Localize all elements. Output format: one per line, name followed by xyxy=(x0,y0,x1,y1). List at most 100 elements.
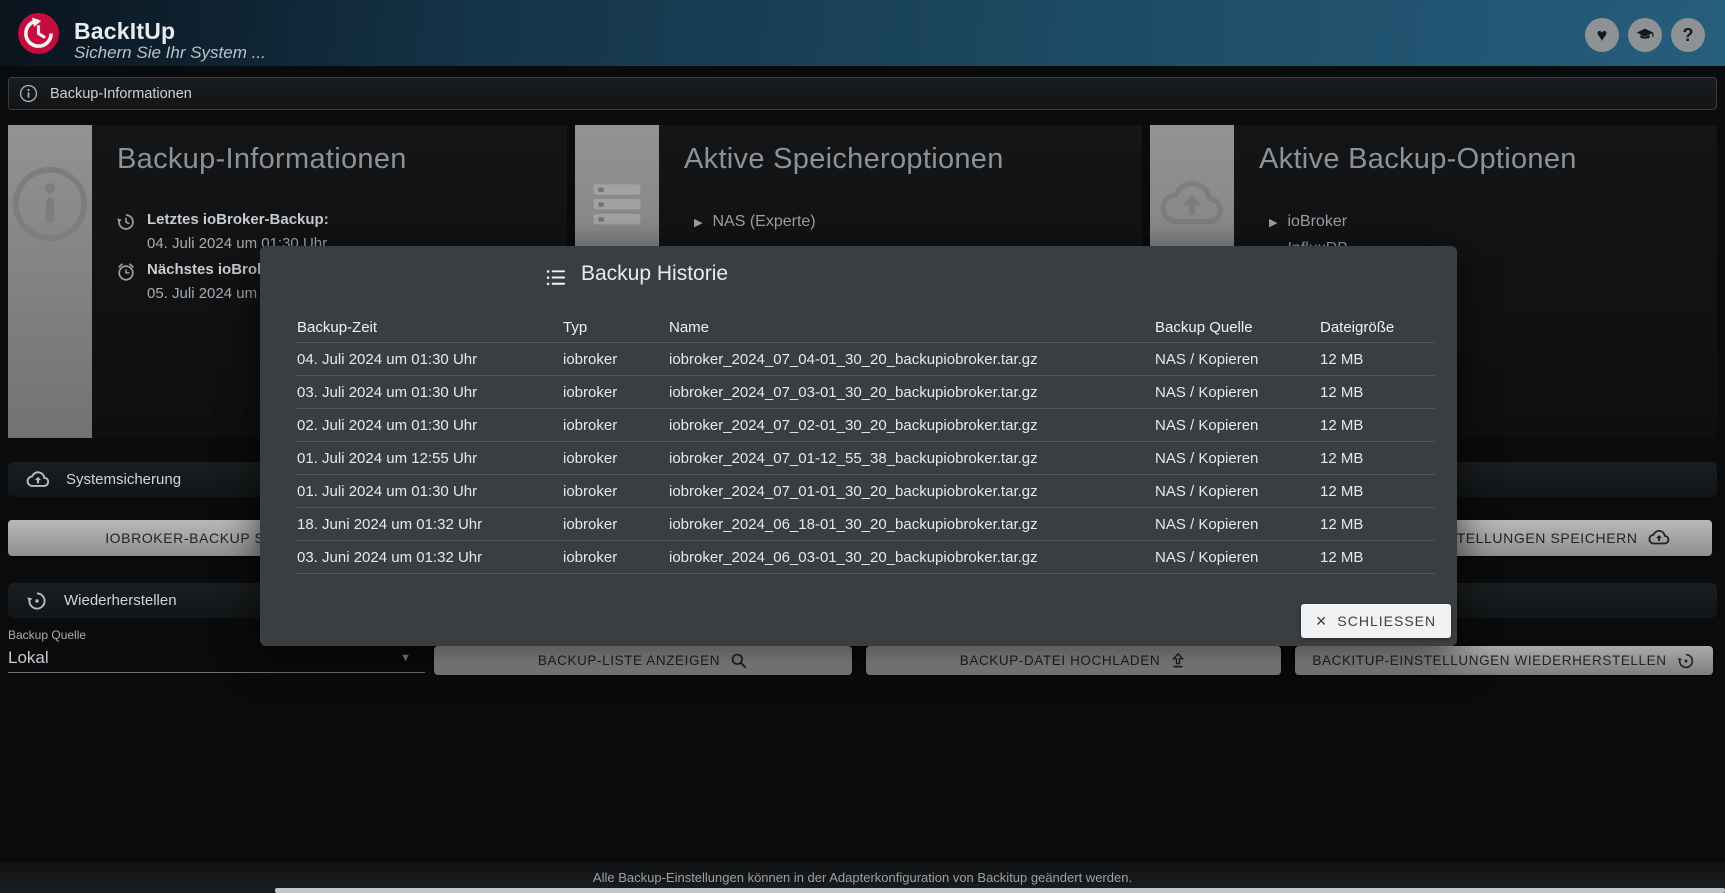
cell-size: 12 MB xyxy=(1320,483,1435,500)
column-header: Typ xyxy=(563,319,669,336)
list-icon xyxy=(584,171,650,237)
backup-option-iobroker[interactable]: ▶ ioBroker xyxy=(1269,213,1347,231)
cell-time: 04. Juli 2024 um 01:30 Uhr xyxy=(297,351,563,368)
card-title: Aktive Backup-Optionen xyxy=(1259,143,1577,176)
app-title: BackItUp xyxy=(74,18,175,45)
cloud-upload-icon xyxy=(1156,169,1228,241)
section-label: Systemsicherung xyxy=(66,471,181,488)
cell-source: NAS / Kopieren xyxy=(1155,549,1320,566)
table-row: 02. Juli 2024 um 01:30 Uhr iobroker iobr… xyxy=(297,409,1435,442)
cell-type: iobroker xyxy=(563,417,669,434)
cell-time: 18. Juni 2024 um 01:32 Uhr xyxy=(297,516,563,533)
close-button-label: SCHLIESSEN xyxy=(1337,613,1436,629)
cell-name: iobroker_2024_07_01-01_30_20_backupiobro… xyxy=(669,483,1155,500)
last-backup-label: Letztes ioBroker-Backup: xyxy=(147,211,329,228)
backup-informationen-bar: Backup-Informationen xyxy=(8,77,1717,110)
table-row: 18. Juni 2024 um 01:32 Uhr iobroker iobr… xyxy=(297,508,1435,541)
button-label: BACKUP-LISTE ANZEIGEN xyxy=(538,653,720,668)
cell-size: 12 MB xyxy=(1320,516,1435,533)
alarm-clock-icon xyxy=(115,261,137,283)
dialog-title: Backup Historie xyxy=(581,262,728,286)
history-icon xyxy=(115,211,137,233)
backup-option-label: ioBroker xyxy=(1287,213,1347,231)
backup-history-table: Backup-Zeit Typ Name Backup Quelle Datei… xyxy=(297,312,1435,574)
cell-name: iobroker_2024_07_03-01_30_20_backupiobro… xyxy=(669,384,1155,401)
cell-time: 02. Juli 2024 um 01:30 Uhr xyxy=(297,417,563,434)
close-icon: × xyxy=(1316,612,1328,630)
cell-name: iobroker_2024_07_02-01_30_20_backupiobro… xyxy=(669,417,1155,434)
cell-time: 03. Juli 2024 um 01:30 Uhr xyxy=(297,384,563,401)
question-mark-icon: ? xyxy=(1683,26,1694,44)
cell-size: 12 MB xyxy=(1320,450,1435,467)
table-row: 03. Juli 2024 um 01:30 Uhr iobroker iobr… xyxy=(297,376,1435,409)
heart-icon: ♥ xyxy=(1597,26,1608,44)
cell-source: NAS / Kopieren xyxy=(1155,351,1320,368)
cloud-upload-icon xyxy=(25,467,51,493)
graduation-cap-icon xyxy=(1635,25,1655,45)
info-icon xyxy=(19,84,38,103)
restore-settings-button[interactable]: BACKITUP-EINSTELLUNGEN WIEDERHERSTELLEN xyxy=(1295,646,1713,675)
show-backup-list-button[interactable]: BACKUP-LISTE ANZEIGEN xyxy=(434,646,852,675)
cell-name: iobroker_2024_06_03-01_30_20_backupiobro… xyxy=(669,549,1155,566)
cell-name: iobroker_2024_06_18-01_30_20_backupiobro… xyxy=(669,516,1155,533)
upload-icon xyxy=(1169,652,1187,670)
button-label: BACKUP-DATEI HOCHLADEN xyxy=(960,653,1160,668)
table-row: 01. Juli 2024 um 12:55 Uhr iobroker iobr… xyxy=(297,442,1435,475)
storage-option-label: NAS (Experte) xyxy=(712,213,815,231)
cell-name: iobroker_2024_07_01-12_55_38_backupiobro… xyxy=(669,450,1155,467)
column-header: Backup-Zeit xyxy=(297,319,563,336)
button-label: BACKITUP-EINSTELLUNGEN WIEDERHERSTELLEN xyxy=(1312,653,1666,668)
section-label: Wiederherstellen xyxy=(64,592,177,609)
expand-icon: ▶ xyxy=(1269,216,1277,229)
table-row: 04. Juli 2024 um 01:30 Uhr iobroker iobr… xyxy=(297,343,1435,376)
footer-note: Alle Backup-Einstellungen können in der … xyxy=(593,870,1132,885)
cell-size: 12 MB xyxy=(1320,384,1435,401)
restore-icon xyxy=(1676,651,1696,671)
cell-type: iobroker xyxy=(563,549,669,566)
app-subtitle: Sichern Sie Ihr System ... xyxy=(74,43,266,63)
cell-size: 12 MB xyxy=(1320,417,1435,434)
table-row: 01. Juli 2024 um 01:30 Uhr iobroker iobr… xyxy=(297,475,1435,508)
storage-option-nas[interactable]: ▶ NAS (Experte) xyxy=(694,213,816,231)
info-icon xyxy=(9,163,91,245)
cell-time: 01. Juli 2024 um 01:30 Uhr xyxy=(297,483,563,500)
table-row: 03. Juni 2024 um 01:32 Uhr iobroker iobr… xyxy=(297,541,1435,574)
info-bar-label: Backup-Informationen xyxy=(50,86,192,102)
cell-type: iobroker xyxy=(563,483,669,500)
cell-source: NAS / Kopieren xyxy=(1155,417,1320,434)
cell-source: NAS / Kopieren xyxy=(1155,450,1320,467)
backup-source-select[interactable]: Lokal ▼ xyxy=(8,644,425,673)
backup-source-value: Lokal xyxy=(8,648,49,668)
cell-type: iobroker xyxy=(563,516,669,533)
help-button[interactable]: ? xyxy=(1671,18,1705,52)
card-strip xyxy=(8,125,92,438)
cell-source: NAS / Kopieren xyxy=(1155,483,1320,500)
card-title: Aktive Speicheroptionen xyxy=(684,143,1004,176)
close-dialog-button[interactable]: × SCHLIESSEN xyxy=(1301,604,1451,638)
documentation-button[interactable] xyxy=(1628,18,1662,52)
restore-icon xyxy=(25,589,49,613)
app-header: BackItUp Sichern Sie Ihr System ... ♥ ? xyxy=(0,0,1725,66)
cell-size: 12 MB xyxy=(1320,351,1435,368)
cell-name: iobroker_2024_07_04-01_30_20_backupiobro… xyxy=(669,351,1155,368)
donate-button[interactable]: ♥ xyxy=(1585,18,1619,52)
cell-size: 12 MB xyxy=(1320,549,1435,566)
card-title: Backup-Informationen xyxy=(117,143,407,176)
cell-type: iobroker xyxy=(563,384,669,401)
search-icon xyxy=(729,651,748,670)
chevron-down-icon: ▼ xyxy=(400,652,411,664)
horizontal-scrollbar[interactable] xyxy=(275,888,1725,893)
backitup-app: BackItUp Sichern Sie Ihr System ... ♥ ? … xyxy=(0,0,1725,893)
cell-source: NAS / Kopieren xyxy=(1155,384,1320,401)
backitup-logo-icon xyxy=(18,13,59,54)
cell-type: iobroker xyxy=(563,351,669,368)
list-icon xyxy=(544,266,567,289)
cell-time: 01. Juli 2024 um 12:55 Uhr xyxy=(297,450,563,467)
cloud-upload-icon xyxy=(1647,526,1671,550)
column-header: Name xyxy=(669,319,1155,336)
cell-source: NAS / Kopieren xyxy=(1155,516,1320,533)
expand-icon: ▶ xyxy=(694,216,702,229)
upload-backup-file-button[interactable]: BACKUP-DATEI HOCHLADEN xyxy=(866,646,1281,675)
backup-history-dialog: Backup Historie Backup-Zeit Typ Name Bac… xyxy=(260,246,1457,646)
column-header: Backup Quelle xyxy=(1155,319,1320,336)
